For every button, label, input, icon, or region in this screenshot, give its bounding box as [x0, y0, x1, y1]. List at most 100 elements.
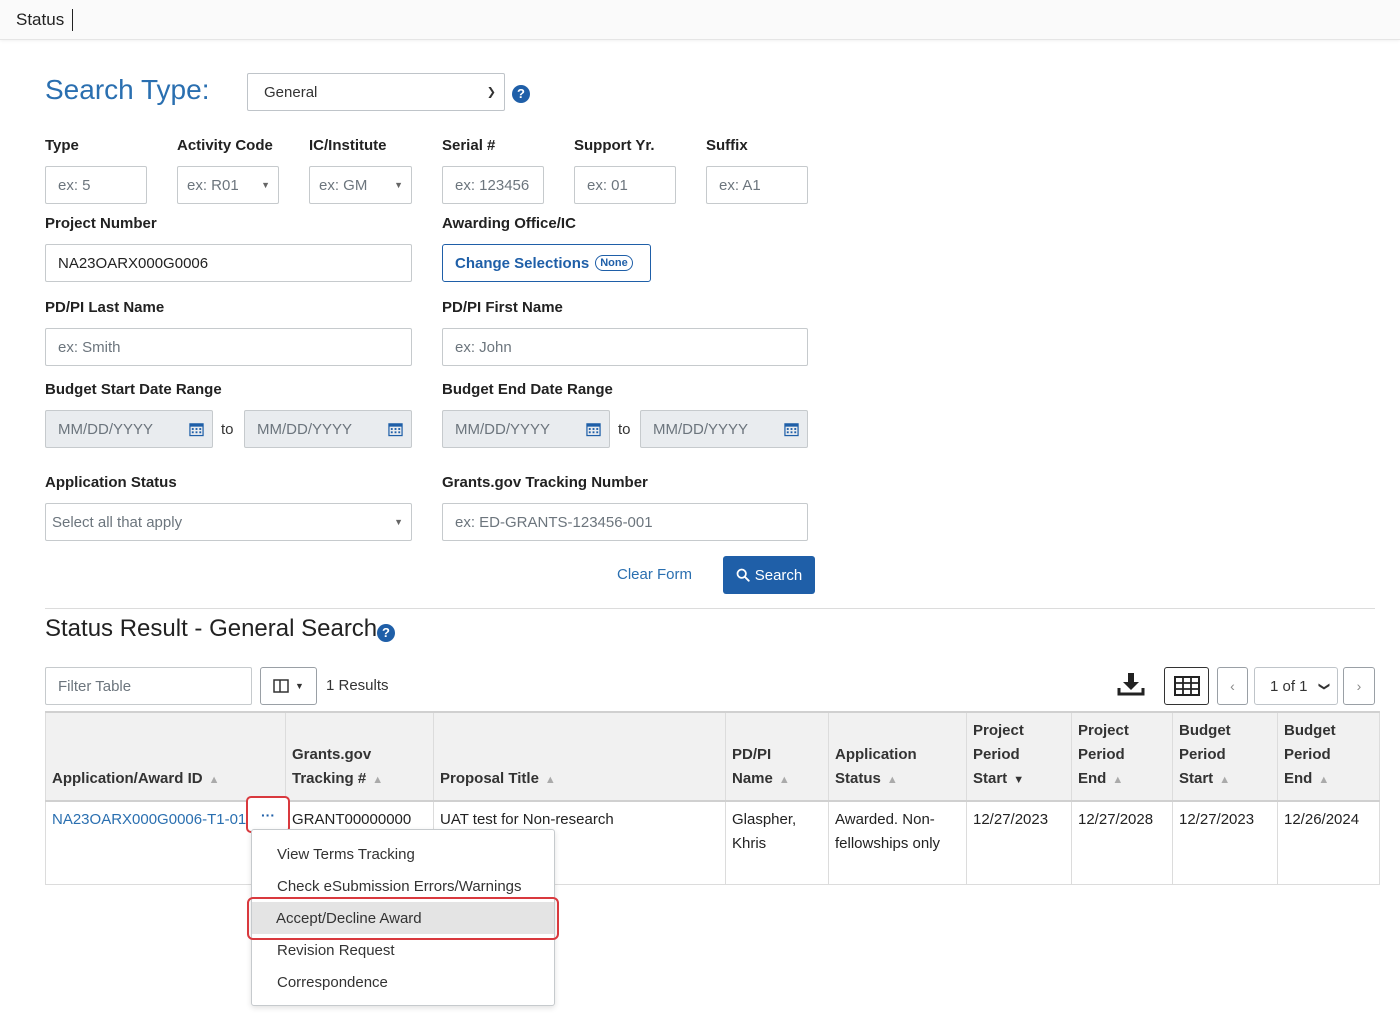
serial-label: Serial # [442, 137, 496, 154]
budget-start-label: Budget Start Date Range [45, 381, 222, 398]
chevron-right-icon: › [1356, 678, 1362, 694]
help-icon[interactable]: ? [377, 624, 395, 642]
prev-page-button[interactable]: ‹ [1217, 667, 1248, 705]
calendar-icon[interactable] [586, 422, 601, 437]
filter-table-input[interactable]: Filter Table [45, 667, 252, 705]
clear-form-link[interactable]: Clear Form [617, 566, 692, 583]
activity-code-placeholder: ex: R01 [187, 176, 239, 194]
menu-item-revision-request[interactable]: Revision Request [277, 942, 395, 959]
change-selections-label: Change Selections [455, 254, 590, 272]
suffix-label: Suffix [706, 137, 748, 154]
calendar-icon[interactable] [388, 422, 403, 437]
search-button-label: Search [754, 566, 803, 584]
application-id-link[interactable]: NA23OARX000G0006-T1-01 [52, 811, 246, 828]
col-label: Start [1179, 770, 1214, 787]
search-type-value: General [264, 83, 318, 101]
status-line: fellowships only [835, 835, 941, 852]
app-status-label: Application Status [45, 474, 177, 491]
caret-down-icon: ▼ [295, 681, 304, 691]
pdpi-last: Glaspher, [732, 811, 797, 828]
search-type-label: Search Type: [45, 74, 210, 105]
col-application-id[interactable]: Application/Award ID ▲︎ [45, 711, 286, 802]
col-label: Project [973, 722, 1024, 739]
search-button[interactable]: Search [723, 556, 815, 594]
filter-placeholder: Filter Table [58, 677, 132, 695]
section-divider [45, 608, 1375, 609]
table-view-button[interactable] [1164, 667, 1209, 705]
pdpi-first: Khris [732, 835, 767, 852]
col-label: Proposal Title [440, 770, 539, 787]
col-app-status[interactable]: Application Status ▲ [828, 711, 967, 802]
app-status-placeholder: Select all that apply [52, 513, 183, 531]
next-page-button[interactable]: › [1343, 667, 1375, 705]
tracking-input[interactable]: ex: ED-GRANTS-123456-001 [442, 503, 808, 541]
col-tracking[interactable]: Grants.gov Tracking # ▲ [285, 711, 434, 802]
col-label: Name [732, 770, 773, 787]
date-placeholder: MM/DD/YYYY [653, 420, 749, 438]
col-proposal-title[interactable]: Proposal Title ▲ [433, 711, 726, 802]
column-toggle-button[interactable]: ▼ [260, 667, 317, 705]
menu-item-accept-decline-award[interactable]: Accept/Decline Award [252, 902, 554, 934]
status-line: Awarded. Non- [835, 811, 935, 828]
col-bud-end[interactable]: Budget Period End ▲ [1277, 711, 1380, 802]
sort-icon: ▲︎ [208, 774, 220, 786]
calendar-icon[interactable] [784, 422, 799, 437]
activity-code-select[interactable]: ex: R01 ▼ [177, 166, 279, 204]
row-actions-button[interactable]: ··· [246, 796, 290, 833]
col-pdpi-name[interactable]: PD/PI Name ▲ [725, 711, 829, 802]
pdpi-last-label: PD/PI Last Name [45, 299, 165, 316]
col-proj-start[interactable]: Project Period Start ▼ [966, 711, 1072, 802]
menu-item-check-esubmission[interactable]: Check eSubmission Errors/Warnings [277, 878, 522, 895]
chevron-down-icon: ❯ [486, 86, 496, 99]
project-number-label: Project Number [45, 215, 157, 232]
sort-icon: ▲ [544, 774, 556, 786]
support-yr-placeholder: ex: 01 [587, 176, 628, 194]
page-title: Status [16, 9, 74, 31]
pdpi-first-placeholder: ex: John [455, 338, 512, 356]
search-type-select[interactable]: General ❯ [247, 73, 505, 111]
help-icon[interactable]: ? [512, 85, 530, 103]
pdpi-first-input[interactable]: ex: John [442, 328, 808, 366]
page-select[interactable]: 1 of 1 ❯ [1254, 667, 1338, 705]
support-yr-input[interactable]: ex: 01 [574, 166, 676, 204]
download-icon[interactable] [1117, 671, 1145, 697]
budget-end-from-input[interactable]: MM/DD/YYYY [442, 410, 610, 448]
caret-down-icon: ▼ [394, 180, 403, 190]
to-separator: to [618, 421, 631, 438]
calendar-icon[interactable] [189, 422, 204, 437]
change-selections-button[interactable]: Change Selections None [442, 244, 651, 282]
app-status-select[interactable]: Select all that apply ▼ [45, 503, 412, 541]
ic-institute-select[interactable]: ex: GM ▼ [309, 166, 412, 204]
type-placeholder: ex: 5 [58, 176, 91, 194]
menu-item-view-terms-tracking[interactable]: View Terms Tracking [277, 846, 415, 863]
col-label: Application [835, 746, 917, 763]
serial-input[interactable]: ex: 123456 [442, 166, 544, 204]
project-number-value: NA23OARX000G0006 [58, 254, 209, 272]
cell-bud-start: 12/27/2023 [1172, 801, 1278, 885]
col-label: Application/Award ID [52, 770, 203, 787]
cell-app-status: Awarded. Non-fellowships only [828, 801, 967, 885]
col-bud-start[interactable]: Budget Period Start ▲ [1172, 711, 1278, 802]
tracking-label: Grants.gov Tracking Number [442, 474, 648, 491]
type-input[interactable]: ex: 5 [45, 166, 147, 204]
ic-institute-label: IC/Institute [309, 137, 387, 154]
search-icon [736, 568, 750, 582]
project-number-input[interactable]: NA23OARX000G0006 [45, 244, 412, 282]
budget-start-to-input[interactable]: MM/DD/YYYY [244, 410, 412, 448]
col-label: End [1284, 770, 1313, 787]
suffix-input[interactable]: ex: A1 [706, 166, 808, 204]
budget-start-from-input[interactable]: MM/DD/YYYY [45, 410, 213, 448]
col-proj-end[interactable]: Project Period End ▲ [1071, 711, 1173, 802]
menu-item-correspondence[interactable]: Correspondence [277, 974, 388, 991]
sort-icon: ▲ [1318, 774, 1330, 786]
col-label: Period [1078, 746, 1125, 763]
date-placeholder: MM/DD/YYYY [58, 420, 154, 438]
chevron-down-icon: ❯ [1317, 681, 1330, 691]
results-table: Application/Award ID ▲︎ Grants.gov Trackin… [45, 711, 1380, 885]
type-label: Type [45, 137, 79, 154]
suffix-placeholder: ex: A1 [719, 176, 761, 194]
budget-end-to-input[interactable]: MM/DD/YYYY [640, 410, 808, 448]
col-label: Project [1078, 722, 1129, 739]
page-select-value: 1 of 1 [1270, 677, 1308, 695]
pdpi-last-input[interactable]: ex: Smith [45, 328, 412, 366]
